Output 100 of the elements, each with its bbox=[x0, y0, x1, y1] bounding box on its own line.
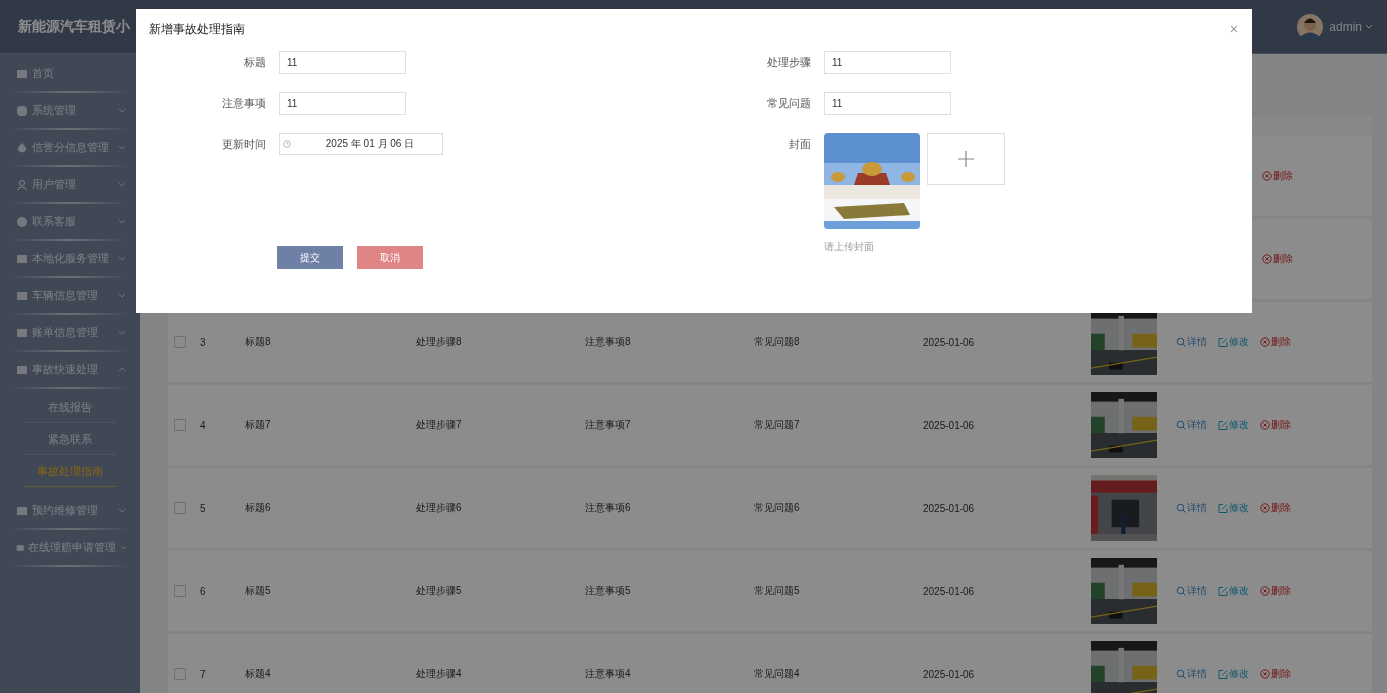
edit-icon bbox=[1218, 337, 1228, 347]
search-icon bbox=[1176, 337, 1186, 347]
table-cell: 处理步骤8 bbox=[416, 336, 462, 347]
square-icon bbox=[16, 67, 28, 80]
upload-hint: 请上传封面 bbox=[824, 240, 874, 254]
table-cell: 4 bbox=[200, 419, 206, 431]
table-cell: 2025-01-06 bbox=[923, 419, 975, 431]
table-cell: 注意事项5 bbox=[585, 585, 631, 596]
edit-link[interactable]: 修改 bbox=[1218, 501, 1249, 515]
table-cell: 常见问题4 bbox=[754, 668, 800, 679]
dialog-title: 新增事故处理指南 bbox=[149, 22, 245, 36]
table-cell: 注意事项7 bbox=[585, 419, 631, 430]
field-label: 标题 bbox=[243, 55, 267, 70]
app-title: 新能源汽车租赁小 bbox=[17, 17, 130, 36]
delete-link[interactable]: 删除 bbox=[1260, 584, 1291, 598]
user-menu[interactable]: admin bbox=[1329, 19, 1373, 34]
search-icon bbox=[1176, 420, 1186, 430]
row-checkbox[interactable] bbox=[174, 336, 186, 348]
date-field[interactable]: 2025 年 01 月 06 日 bbox=[279, 133, 443, 155]
search-icon bbox=[1176, 503, 1186, 513]
view-link[interactable]: 详情 bbox=[1176, 335, 1207, 349]
table-cell: 处理步骤6 bbox=[416, 502, 462, 513]
plus-icon bbox=[958, 151, 974, 167]
edit-icon bbox=[1218, 586, 1228, 596]
table-cell: 处理步骤5 bbox=[416, 585, 462, 596]
drop-icon bbox=[16, 141, 28, 154]
table-cell: 处理步骤7 bbox=[416, 419, 462, 430]
input-field[interactable]: 11 bbox=[824, 51, 951, 74]
row-checkbox[interactable] bbox=[174, 502, 186, 514]
delete-icon bbox=[1262, 254, 1272, 264]
submit-button[interactable]: 提交 bbox=[277, 246, 343, 269]
delete-icon bbox=[1260, 586, 1270, 596]
search-icon bbox=[1176, 586, 1186, 596]
table-cell: 7 bbox=[200, 668, 206, 680]
table-cell: 处理步骤4 bbox=[416, 668, 462, 679]
view-link[interactable]: 详情 bbox=[1176, 418, 1207, 432]
field-label: 处理步骤 bbox=[766, 55, 812, 70]
table-cell: 2025-01-06 bbox=[923, 668, 975, 680]
edit-icon bbox=[1218, 669, 1228, 679]
table-cell: 常见问题5 bbox=[754, 585, 800, 596]
delete-icon bbox=[1260, 503, 1270, 513]
table-cell: 2025-01-06 bbox=[923, 502, 975, 514]
cancel-button[interactable]: 取消 bbox=[357, 246, 423, 269]
field-label: 更新时间 bbox=[221, 137, 267, 152]
delete-icon bbox=[1260, 420, 1270, 430]
table-cell: 注意事项8 bbox=[585, 336, 631, 347]
row-checkbox[interactable] bbox=[174, 585, 186, 597]
delete-link[interactable]: 删除 bbox=[1260, 335, 1291, 349]
input-field[interactable]: 11 bbox=[279, 51, 406, 74]
delete-link[interactable]: 删除 bbox=[1260, 418, 1291, 432]
field-label: 常见问题 bbox=[766, 96, 812, 111]
user-icon bbox=[16, 178, 28, 191]
table-cell: 2025-01-06 bbox=[923, 336, 975, 348]
table-cell: 常见问题8 bbox=[754, 336, 800, 347]
square-icon bbox=[16, 289, 28, 302]
table-cell: 注意事项4 bbox=[585, 668, 631, 679]
square-icon bbox=[16, 504, 28, 517]
view-link[interactable]: 详情 bbox=[1176, 501, 1207, 515]
table-cell: 2025-01-06 bbox=[923, 585, 975, 597]
edit-link[interactable]: 修改 bbox=[1218, 584, 1249, 598]
table-cell: 常见问题6 bbox=[754, 502, 800, 513]
table-cell: 常见问题7 bbox=[754, 419, 800, 430]
edit-link[interactable]: 修改 bbox=[1218, 418, 1249, 432]
delete-icon bbox=[1260, 337, 1270, 347]
edit-link[interactable]: 修改 bbox=[1218, 667, 1249, 681]
table-cell: 6 bbox=[200, 585, 206, 597]
input-field[interactable]: 11 bbox=[279, 92, 406, 115]
table-cell: 标题7 bbox=[245, 419, 271, 430]
edit-link[interactable]: 修改 bbox=[1218, 335, 1249, 349]
square-icon bbox=[16, 363, 28, 376]
table-cell: 标题8 bbox=[245, 336, 271, 347]
edit-icon bbox=[1218, 503, 1228, 513]
circle-icon bbox=[16, 215, 28, 228]
table-cell: 标题6 bbox=[245, 502, 271, 513]
close-button[interactable]: × bbox=[1229, 21, 1238, 37]
input-field[interactable]: 11 bbox=[824, 92, 951, 115]
row-checkbox[interactable] bbox=[174, 668, 186, 680]
field-label: 注意事项 bbox=[221, 96, 267, 111]
table-cell: 标题4 bbox=[245, 668, 271, 679]
delete-link[interactable]: 删除 bbox=[1260, 501, 1291, 515]
chevron-down-icon bbox=[1365, 24, 1373, 29]
table-cell: 5 bbox=[200, 502, 206, 514]
square-icon bbox=[16, 252, 28, 265]
view-link[interactable]: 详情 bbox=[1176, 584, 1207, 598]
delete-icon bbox=[1262, 171, 1272, 181]
avatar[interactable] bbox=[1297, 13, 1324, 40]
table-cell: 注意事项6 bbox=[585, 502, 631, 513]
delete-icon bbox=[1260, 669, 1270, 679]
square-icon bbox=[16, 104, 28, 117]
edit-icon bbox=[1218, 420, 1228, 430]
table-cell: 3 bbox=[200, 336, 206, 348]
view-link[interactable]: 详情 bbox=[1176, 667, 1207, 681]
upload-button[interactable] bbox=[927, 133, 1005, 185]
row-checkbox[interactable] bbox=[174, 419, 186, 431]
delete-link[interactable]: 删除 bbox=[1262, 252, 1293, 266]
search-icon bbox=[1176, 669, 1186, 679]
square-icon bbox=[16, 326, 28, 339]
clock-icon bbox=[283, 140, 291, 148]
delete-link[interactable]: 删除 bbox=[1260, 667, 1291, 681]
delete-link[interactable]: 删除 bbox=[1262, 169, 1293, 183]
